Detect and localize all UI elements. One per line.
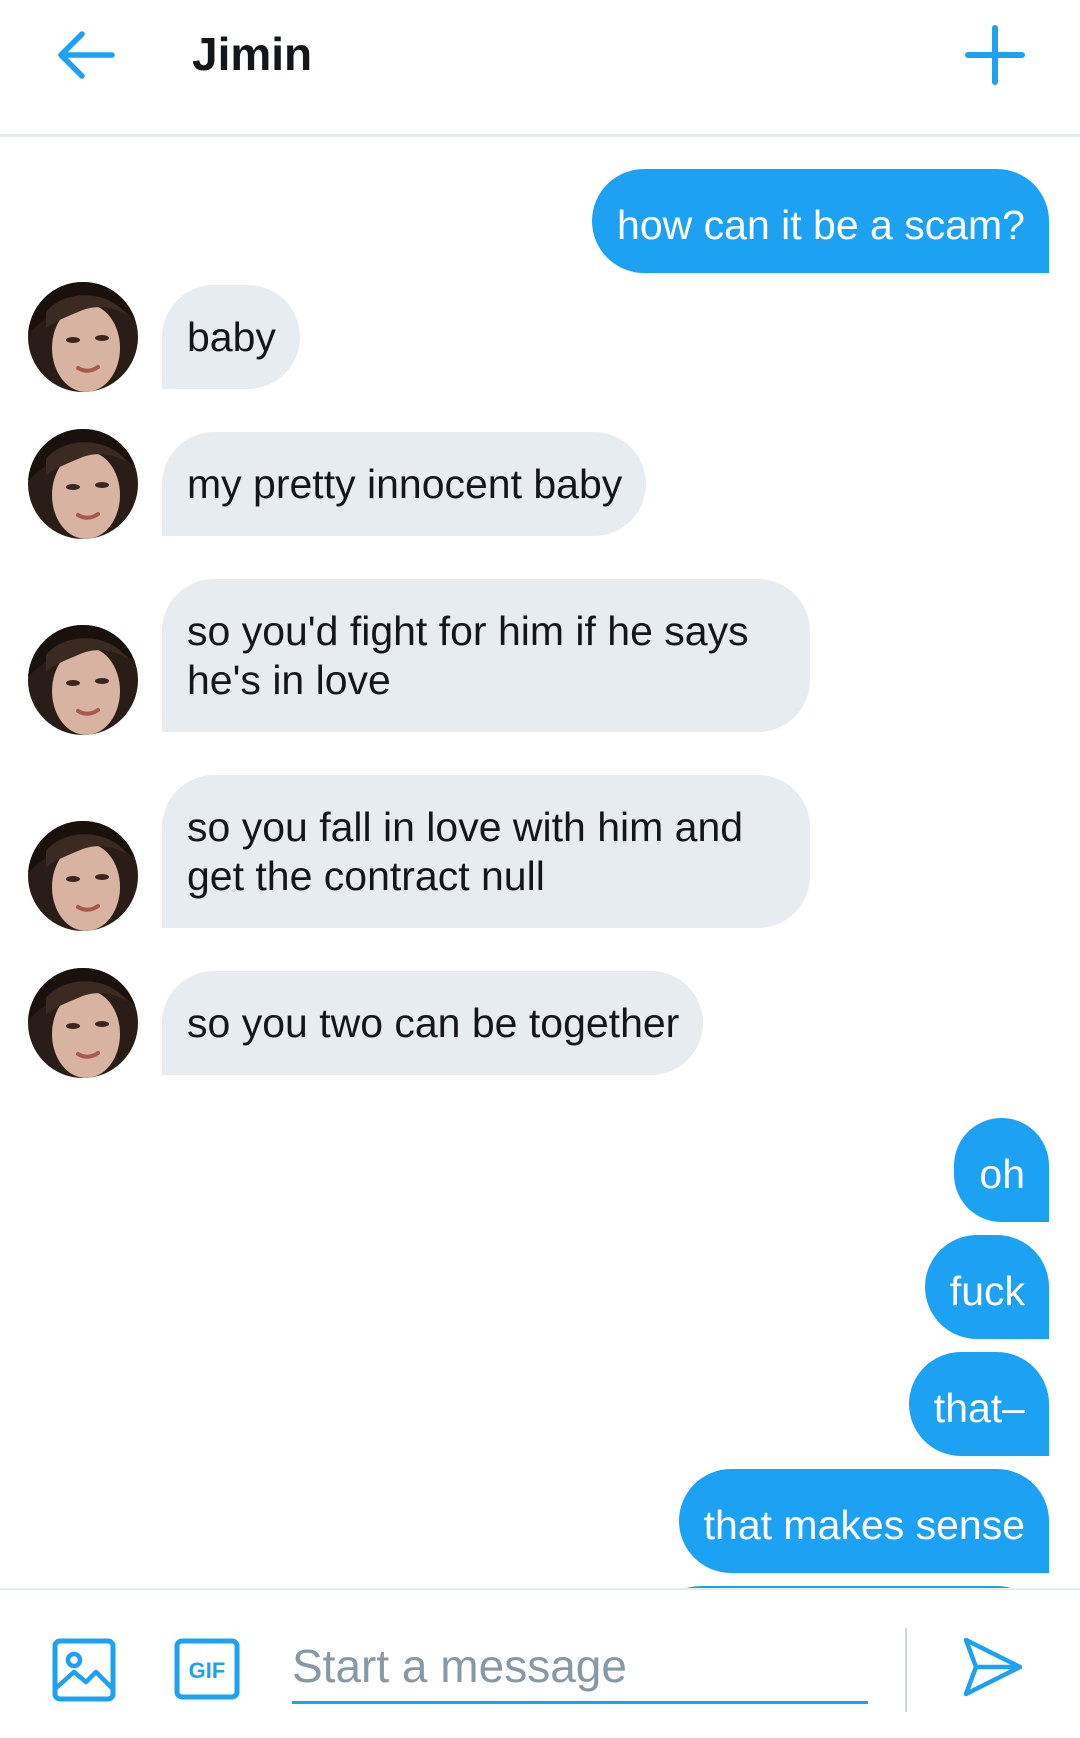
send-button[interactable]	[960, 1634, 1026, 1700]
composer-divider	[905, 1628, 907, 1712]
arrow-left-icon	[58, 31, 115, 79]
new-message-button[interactable]	[960, 20, 1030, 90]
avatar[interactable]	[28, 282, 138, 392]
gif-label: GIF	[189, 1658, 226, 1683]
conversation-header: Jimin	[0, 0, 1080, 137]
message-text: so you'd fight for him if he says	[187, 607, 749, 654]
outgoing-message-bubble[interactable]: oh	[954, 1118, 1049, 1222]
message-text: that makes sense	[703, 1502, 1025, 1548]
avatar[interactable]	[28, 625, 138, 735]
message-composer: GIF	[0, 1588, 1080, 1738]
gif-icon: GIF	[174, 1638, 240, 1700]
message-text: how can it be a scam?	[617, 202, 1025, 248]
avatar[interactable]	[28, 821, 138, 931]
message-text: so you fall in love with him and	[187, 803, 744, 850]
incoming-message-bubble[interactable]: so you'd fight for him if he says he's i…	[162, 579, 810, 732]
outgoing-message-bubble[interactable]: that makes sense	[678, 1469, 1049, 1573]
add-photo-button[interactable]	[52, 1638, 116, 1702]
message-text: fuck	[949, 1268, 1025, 1314]
image-icon	[52, 1638, 116, 1702]
message-text: baby	[187, 313, 276, 360]
message-text: that–	[933, 1385, 1025, 1431]
conversation-title[interactable]: Jimin	[192, 26, 312, 82]
message-text: my pretty innocent baby	[187, 460, 623, 507]
message-input[interactable]	[292, 1630, 868, 1704]
back-button[interactable]	[48, 20, 124, 90]
avatar[interactable]	[28, 968, 138, 1078]
send-icon	[963, 1637, 1023, 1697]
incoming-message-bubble[interactable]: so you two can be together	[162, 971, 704, 1075]
message-list[interactable]: how can it be a scam? baby my pretty inn…	[0, 137, 1080, 1588]
outgoing-message-bubble[interactable]: that–	[908, 1352, 1049, 1456]
message-text: he's in love	[187, 656, 391, 703]
message-text: oh	[979, 1151, 1025, 1197]
message-text: so you two can be together	[187, 999, 680, 1046]
avatar[interactable]	[28, 429, 138, 539]
message-text: get the contract null	[187, 852, 545, 899]
outgoing-message-bubble[interactable]: fuck	[924, 1235, 1049, 1339]
add-gif-button[interactable]: GIF	[174, 1638, 240, 1700]
incoming-message-bubble[interactable]: baby	[162, 285, 300, 389]
plus-icon	[965, 25, 1025, 85]
incoming-message-bubble[interactable]: my pretty innocent baby	[162, 432, 647, 536]
outgoing-message-bubble[interactable]: how can it be a scam?	[592, 169, 1049, 273]
incoming-message-bubble[interactable]: so you fall in love with him and get the…	[162, 775, 810, 928]
